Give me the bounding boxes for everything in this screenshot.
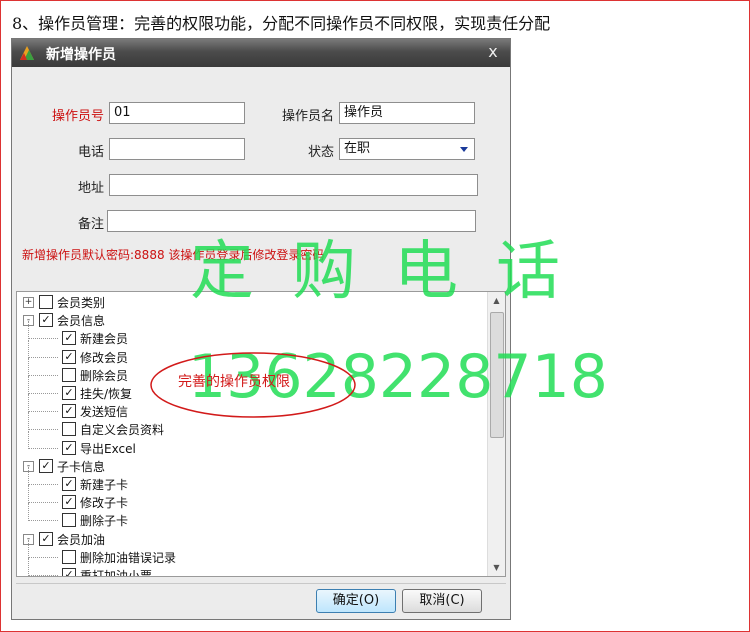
address-label: 地址 xyxy=(77,181,104,196)
checkbox-checked-icon[interactable]: ✓ xyxy=(39,313,53,328)
status-select[interactable]: 在职 xyxy=(339,138,475,160)
tree-item-label: 挂失/恢复 xyxy=(80,387,133,401)
expand-plus-icon[interactable]: + xyxy=(23,297,34,308)
tree-connector xyxy=(28,429,58,431)
tree-item-row[interactable]: 删除加油错误记录 xyxy=(17,539,487,567)
tree-item-row[interactable]: 自定义会员资料 xyxy=(17,412,487,439)
remark-label: 备注 xyxy=(77,217,104,232)
checkbox-unchecked-icon[interactable] xyxy=(62,513,76,528)
tree-connector xyxy=(28,411,58,413)
tree-item-label: 子卡信息 xyxy=(57,459,106,474)
chevron-down-icon[interactable] xyxy=(460,147,468,152)
tree-item-row[interactable]: ✓ 修改子卡 xyxy=(17,485,487,512)
tree-group-row[interactable]: - ✓ 会员加油 xyxy=(17,531,487,549)
tree-item-row[interactable]: ✓ 新建子卡 xyxy=(17,467,487,494)
checkbox-checked-icon[interactable]: ✓ xyxy=(39,458,53,473)
address-input[interactable] xyxy=(109,174,478,196)
checkbox-checked-icon[interactable]: ✓ xyxy=(62,349,76,364)
annotation-text: 完善的操作员权限 xyxy=(178,374,290,390)
tree-connector xyxy=(28,484,58,485)
tree-connector xyxy=(28,485,29,504)
order-phone-watermark: 定购电话 xyxy=(190,235,598,309)
page-caption: 8、操作员管理：完善的权限功能，分配不同操作员不同权限，实现责任分配 xyxy=(12,14,551,33)
status-label: 状态 xyxy=(307,145,334,160)
tree-connector xyxy=(28,356,58,358)
checkbox-checked-icon[interactable]: ✓ xyxy=(62,495,76,510)
dialog-title: 新增操作员 xyxy=(46,47,116,63)
tree-connector xyxy=(28,412,29,431)
operator-no-input[interactable]: 01 xyxy=(109,102,245,124)
operator-name-input[interactable]: 操作员 xyxy=(339,102,475,124)
tree-connector xyxy=(28,467,29,485)
checkbox-unchecked-icon[interactable] xyxy=(39,295,53,309)
tree-connector xyxy=(28,394,29,413)
tree-item-label: 发送短信 xyxy=(80,405,129,420)
tree-connector xyxy=(28,502,58,504)
cancel-button[interactable]: 取消(C) xyxy=(402,589,482,613)
checkbox-checked-icon[interactable]: ✓ xyxy=(62,440,76,455)
checkbox-checked-icon[interactable]: ✓ xyxy=(62,404,76,419)
tree-connector xyxy=(28,376,29,394)
tree-connector xyxy=(28,321,29,340)
tree-item-label: 会员信息 xyxy=(57,314,106,329)
tree-connector xyxy=(28,393,58,394)
tree-item-label: 新建会员 xyxy=(80,332,129,347)
tree-connector xyxy=(28,374,58,376)
tree-scrollbar[interactable]: ▲ ▼ xyxy=(487,292,505,576)
scroll-down-icon[interactable]: ▼ xyxy=(488,559,505,576)
tree-item-label: 会员加油 xyxy=(57,532,106,547)
tree-connector xyxy=(28,339,29,358)
phone-input[interactable] xyxy=(109,138,245,160)
tree-connector xyxy=(28,520,58,522)
tree-group-row[interactable]: - ✓ 会员信息 xyxy=(17,312,487,330)
operator-name-label: 操作员名 xyxy=(281,109,334,124)
tree-item-label: 会员类别 xyxy=(57,296,106,310)
app-logo-icon xyxy=(20,46,34,60)
checkbox-unchecked-icon[interactable] xyxy=(62,367,76,382)
tree-item-row[interactable]: 删除子卡 xyxy=(17,503,487,530)
tree-connector xyxy=(28,503,29,522)
tree-item-label: 自定义会员资料 xyxy=(80,423,165,438)
tree-item-row[interactable]: ✓ 导出Excel xyxy=(17,430,487,458)
close-button[interactable]: x xyxy=(482,43,504,61)
checkbox-unchecked-icon[interactable] xyxy=(62,549,76,564)
tree-item-label: 修改会员 xyxy=(80,350,129,365)
operator-no-label: 操作员号 xyxy=(51,109,104,124)
tree-connector xyxy=(28,447,58,449)
checkbox-checked-icon[interactable]: ✓ xyxy=(39,531,53,546)
add-operator-dialog: 新增操作员 x 操作员号 01 操作员名 操作员 电话 状态 在职 地址 备注 … xyxy=(11,38,511,620)
checkbox-checked-icon[interactable]: ✓ xyxy=(62,477,76,491)
tree-connector xyxy=(28,430,29,449)
tree-connector xyxy=(28,338,58,340)
checkbox-checked-icon[interactable]: ✓ xyxy=(62,331,76,346)
tree-connector xyxy=(28,539,29,558)
tree-item-row[interactable]: ✓ 重打加油小票 xyxy=(17,558,487,577)
checkbox-unchecked-icon[interactable] xyxy=(62,422,76,437)
tree-item-label: 删除子卡 xyxy=(80,514,129,529)
tree-item-label: 修改子卡 xyxy=(80,496,129,511)
phone-label: 电话 xyxy=(77,145,104,160)
checkbox-checked-icon[interactable]: ✓ xyxy=(62,386,76,400)
tree-item-label: 删除加油错误记录 xyxy=(80,550,177,565)
tree-connector xyxy=(28,558,29,576)
tree-connector xyxy=(28,556,58,558)
dialog-titlebar[interactable]: 新增操作员 x xyxy=(12,39,510,67)
ok-button[interactable]: 确定(O) xyxy=(316,589,396,613)
tree-item-label: 导出Excel xyxy=(80,441,136,456)
tree-connector xyxy=(28,357,29,376)
permission-tree: + 会员类别 - ✓ 会员信息 ✓ 新建会员 ✓ 修改会员 删除会员 ✓ 挂失/恢复 ✓ 发送短信 自定义会… xyxy=(16,291,506,577)
checkbox-checked-icon[interactable]: ✓ xyxy=(62,568,76,576)
tree-connector xyxy=(28,575,58,576)
tree-item-label: 重打加油小票 xyxy=(80,569,153,577)
tree-item-label: 新建子卡 xyxy=(80,478,129,492)
tree-group-row[interactable]: - ✓ 子卡信息 xyxy=(17,458,487,476)
status-select-value: 在职 xyxy=(344,141,371,156)
tree-item-label: 删除会员 xyxy=(80,368,129,383)
footer-divider xyxy=(16,583,506,584)
